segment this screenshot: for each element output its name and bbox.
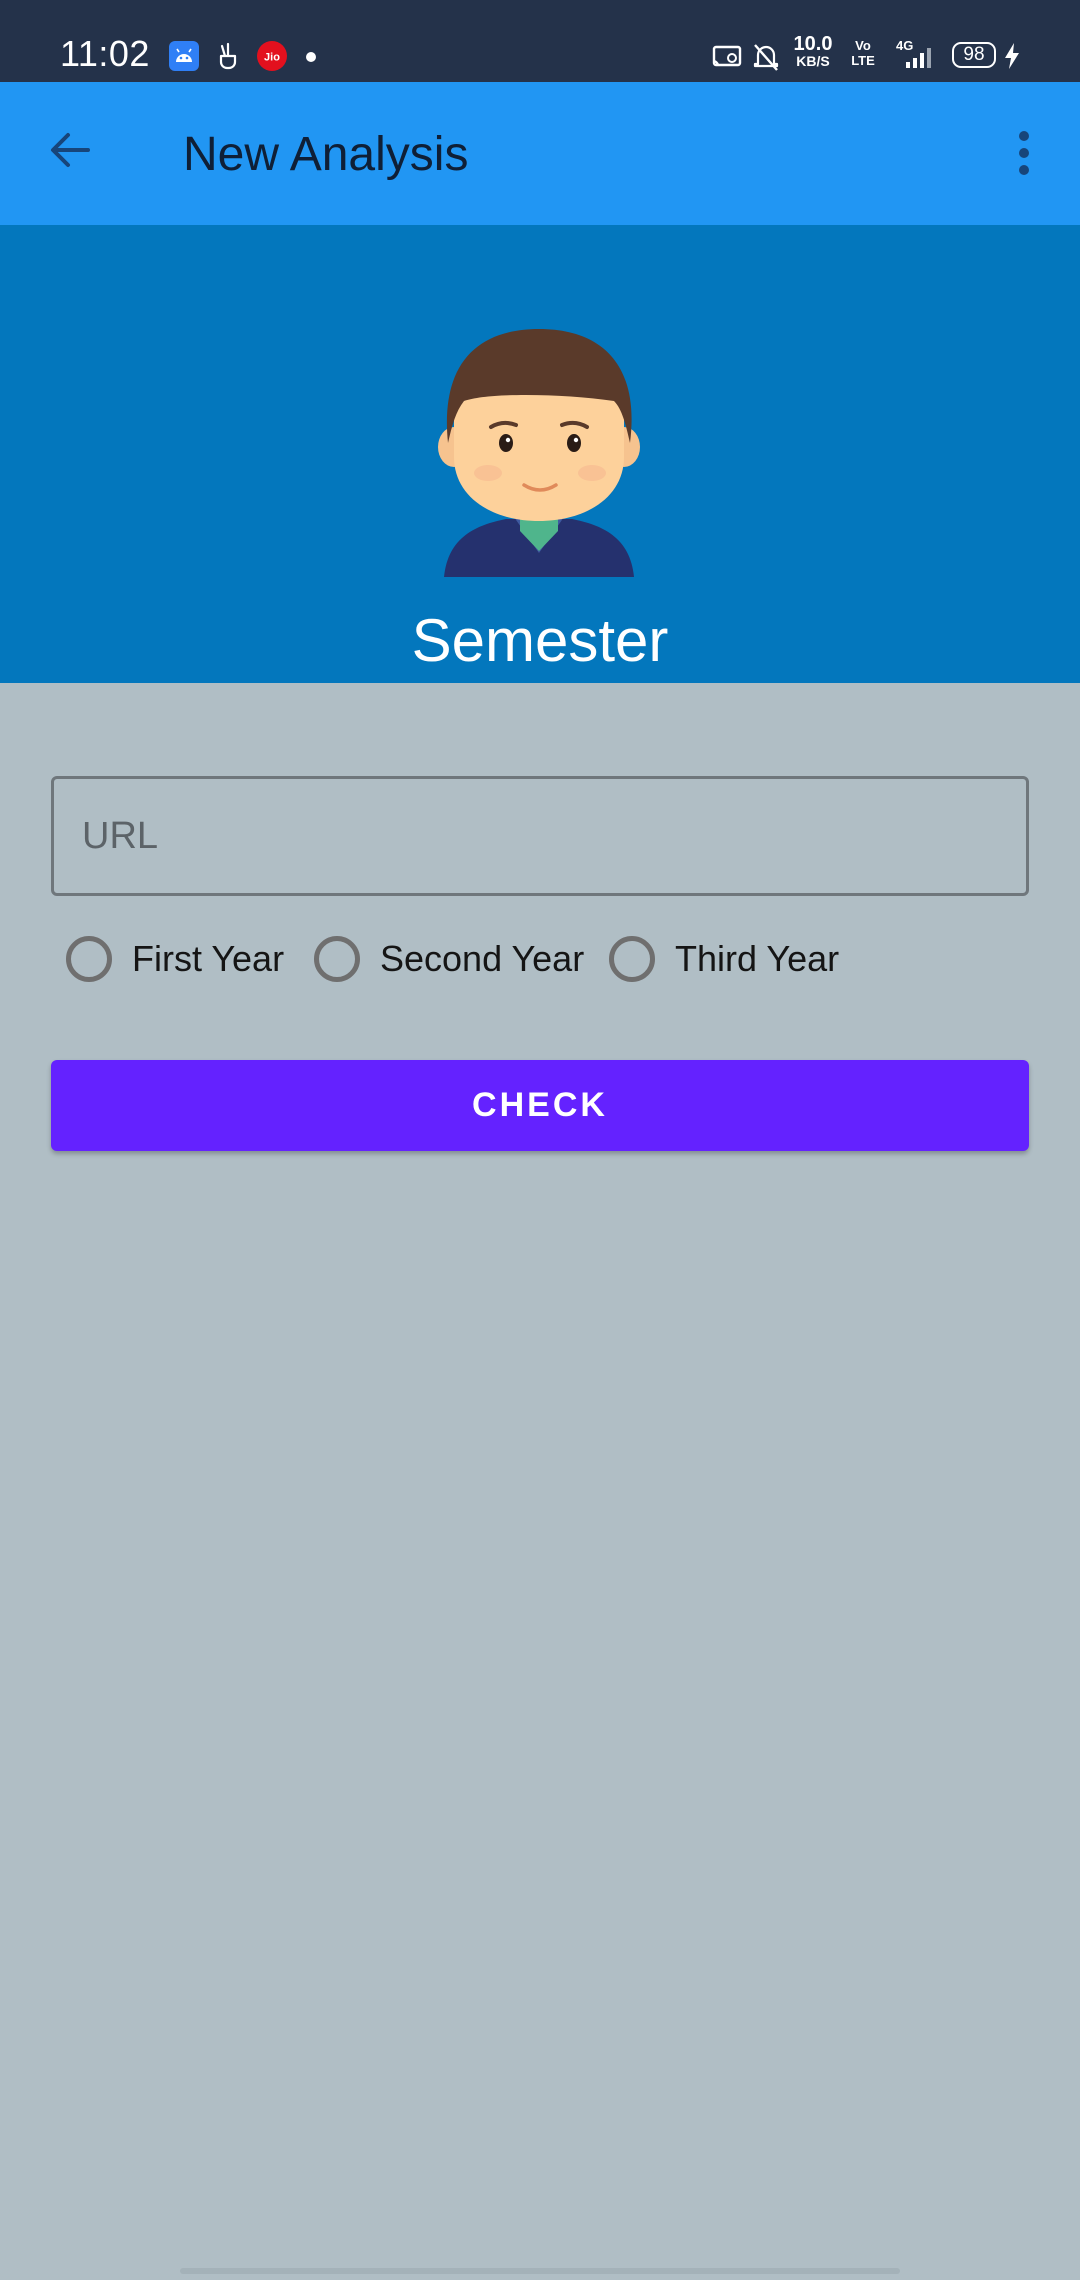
radio-second-year[interactable]: Second Year bbox=[314, 932, 584, 986]
battery-indicator: 98 bbox=[952, 42, 996, 68]
network-speed-unit: KB/S bbox=[796, 53, 830, 69]
mute-bell-icon bbox=[753, 44, 779, 71]
arrow-back-icon[interactable] bbox=[44, 124, 96, 176]
radio-label: Third Year bbox=[675, 938, 840, 979]
status-bar: 11:02 Jio 10.0 KB/S Vo LTE 4G 98 bbox=[0, 0, 1080, 82]
page-title: New Analysis bbox=[183, 128, 469, 181]
app-bar: New Analysis bbox=[0, 82, 1080, 225]
radio-button-icon[interactable] bbox=[314, 936, 360, 982]
network-speed: 10.0 KB/S bbox=[790, 33, 836, 70]
peace-hand-icon bbox=[219, 42, 237, 70]
radio-third-year[interactable]: Third Year bbox=[609, 932, 839, 986]
signal-strength-icon: 4G bbox=[896, 38, 936, 70]
radio-button-icon[interactable] bbox=[66, 936, 112, 982]
header-title: Semester bbox=[411, 607, 669, 674]
radio-first-year[interactable]: First Year bbox=[66, 932, 284, 986]
jio-icon-label: Jio bbox=[264, 52, 280, 64]
volte-top: Vo bbox=[855, 38, 871, 53]
volte-bottom: LTE bbox=[851, 53, 875, 68]
radio-label: First Year bbox=[132, 938, 285, 979]
network-speed-value: 10.0 bbox=[793, 33, 833, 55]
volte-indicator: Vo LTE bbox=[846, 38, 880, 68]
status-time: 11:02 bbox=[60, 33, 150, 74]
more-notifications-dot-icon bbox=[306, 52, 316, 62]
charging-bolt-icon bbox=[1005, 43, 1019, 69]
gesture-nav-handle[interactable] bbox=[180, 2268, 900, 2274]
url-input[interactable] bbox=[51, 776, 1029, 896]
jio-icon: Jio bbox=[257, 41, 287, 71]
avatar-icon bbox=[438, 329, 640, 577]
check-button[interactable]: CHECK bbox=[51, 1060, 1029, 1151]
radio-button-icon[interactable] bbox=[609, 936, 655, 982]
semester-header: Semester bbox=[0, 225, 1080, 683]
radio-label: Second Year bbox=[380, 938, 585, 979]
cast-screen-icon bbox=[712, 45, 742, 67]
more-vert-icon[interactable] bbox=[1004, 128, 1044, 178]
android-app-icon bbox=[169, 41, 199, 71]
